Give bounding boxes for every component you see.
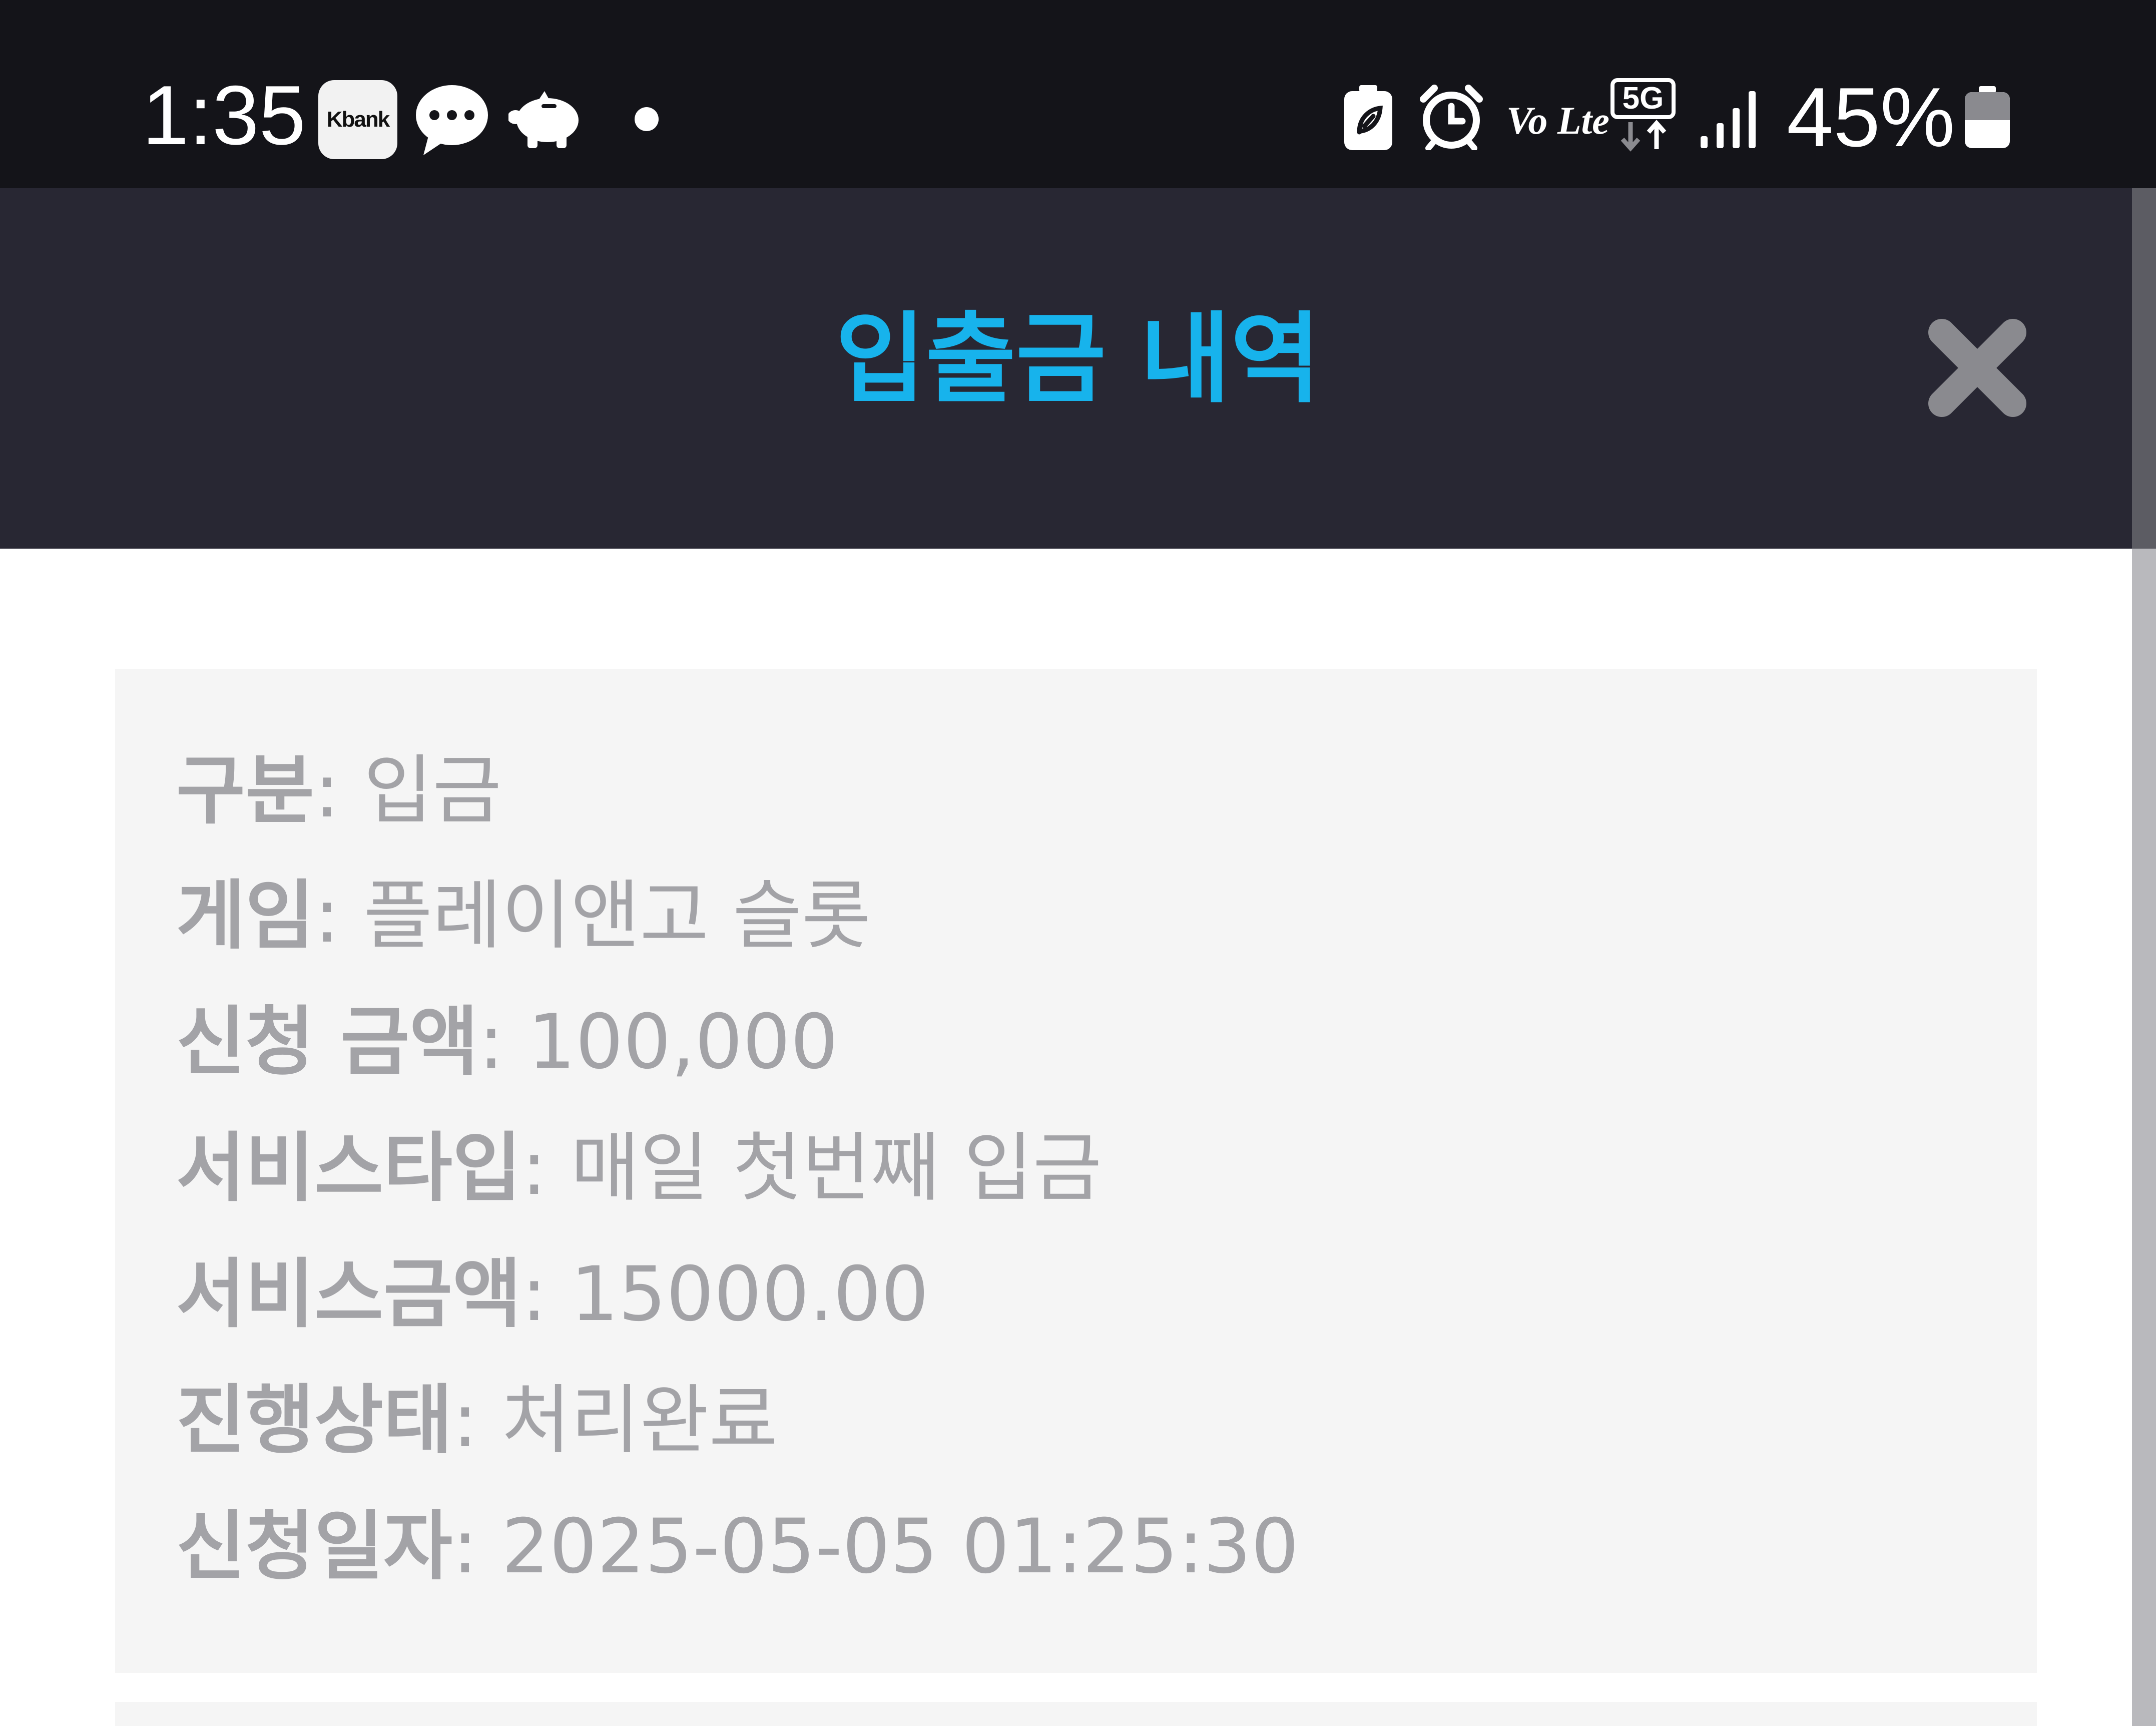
close-icon[interactable] [1925, 315, 2030, 420]
5g-badge: 5G [1610, 78, 1676, 119]
detail-label: 게임 [176, 873, 315, 960]
detail-value: 100,000 [527, 999, 838, 1086]
signal-icon [1701, 91, 1756, 148]
detail-value: 15000.00 [571, 1251, 929, 1338]
detail-row-type: 구분: 입금 [176, 747, 502, 834]
detail-label: 신청일자 [176, 1503, 453, 1590]
kbank-icon: Kbank [318, 80, 397, 159]
next-detail-card [115, 1702, 2037, 1726]
detail-row-status: 진행상태: 처리완료 [176, 1377, 778, 1464]
detail-row-amount: 신청 금액: 100,000 [176, 999, 838, 1086]
detail-value: 2025-05-05 01:25:30 [501, 1503, 1299, 1590]
volte-label: Vo Lte [1506, 99, 1609, 142]
status-bar: 1:35 Kbank Vo Lte 5G 45% [0, 0, 2156, 188]
detail-value: 입금 [363, 747, 502, 834]
scrollbar-thumb[interactable] [2132, 188, 2156, 549]
detail-row-service-amount: 서비스금액: 15000.00 [176, 1251, 929, 1338]
detail-row-date: 신청일자: 2025-05-05 01:25:30 [176, 1503, 1299, 1590]
alarm-icon [1420, 85, 1483, 150]
detail-label: 신청 금액 [176, 999, 479, 1086]
detail-row-service-type: 서비스타입: 매일 첫번째 입금 [176, 1125, 1102, 1212]
detail-label: 진행상태 [176, 1377, 453, 1464]
detail-value: 처리완료 [501, 1377, 778, 1464]
detail-label: 서비스타입 [176, 1125, 522, 1212]
battery-percent: 45% [1787, 70, 1955, 164]
volte-icon: Vo Lte [1506, 98, 1609, 143]
detail-row-game: 게임: 플레이앤고 슬롯 [176, 873, 871, 960]
detail-label: 서비스금액 [176, 1251, 522, 1338]
battery-icon [1965, 86, 2010, 148]
kbank-label: Kbank [326, 107, 390, 132]
message-bubble-icon [416, 85, 488, 155]
battery-saver-icon [1344, 85, 1392, 150]
page-title: 입출금 내역 [835, 302, 1321, 416]
detail-value: 매일 첫번째 입금 [571, 1125, 1102, 1212]
data-arrows-icon [1621, 120, 1667, 152]
status-time: 1:35 [142, 68, 306, 162]
detail-label: 구분 [176, 747, 315, 834]
notification-dot-icon [635, 107, 659, 131]
piggy-bank-icon [508, 91, 579, 148]
5g-icon: 5G [1610, 78, 1676, 153]
detail-value: 플레이앤고 슬롯 [363, 873, 871, 960]
